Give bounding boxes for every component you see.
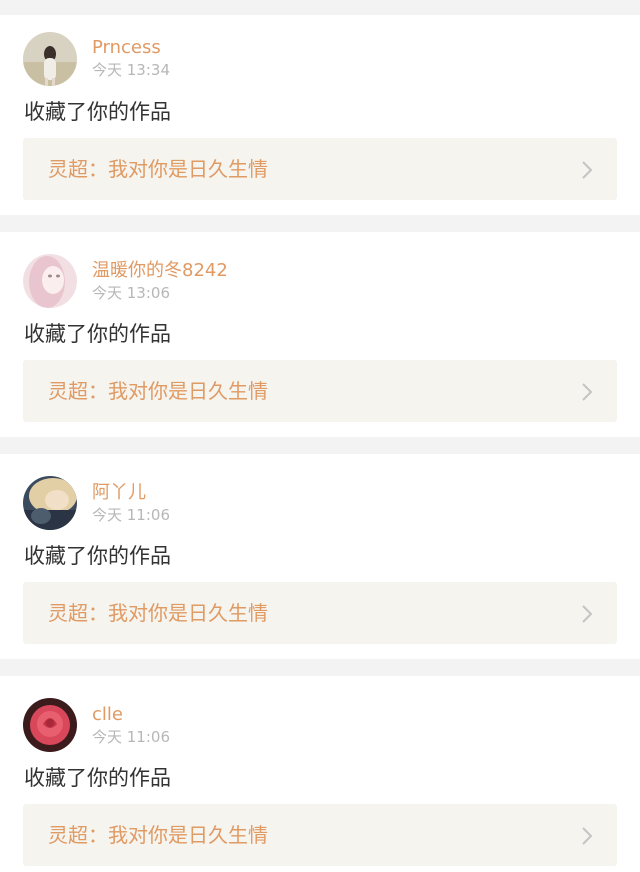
blonde-portrait-avatar-icon bbox=[23, 476, 77, 530]
referenced-work-link[interactable]: 灵超：我对你是日久生情 bbox=[23, 138, 617, 200]
avatar[interactable] bbox=[23, 698, 77, 752]
username[interactable]: 温暖你的冬8242 bbox=[92, 260, 228, 282]
notification-card: 温暖你的冬8242 今天 13:06 收藏了你的作品 灵超：我对你是日久生情 bbox=[0, 232, 640, 437]
notification-card: Prncess 今天 13:34 收藏了你的作品 灵超：我对你是日久生情 bbox=[0, 15, 640, 215]
avatar[interactable] bbox=[23, 476, 77, 530]
rose-avatar-icon bbox=[23, 698, 77, 752]
notification-card: 阿丫儿 今天 11:06 收藏了你的作品 灵超：我对你是日久生情 bbox=[0, 454, 640, 659]
timestamp: 今天 13:06 bbox=[92, 284, 170, 302]
girl-in-field-avatar-icon bbox=[23, 32, 77, 86]
referenced-work-link[interactable]: 灵超：我对你是日久生情 bbox=[23, 804, 617, 866]
referenced-work-title: 灵超：我对你是日久生情 bbox=[48, 601, 268, 625]
username[interactable]: clle bbox=[92, 704, 123, 726]
referenced-work-link[interactable]: 灵超：我对你是日久生情 bbox=[23, 582, 617, 644]
action-text: 收藏了你的作品 bbox=[24, 544, 171, 568]
chevron-right-icon bbox=[581, 826, 593, 846]
notification-card: clle 今天 11:06 收藏了你的作品 灵超：我对你是日久生情 bbox=[0, 676, 640, 872]
action-text: 收藏了你的作品 bbox=[24, 100, 171, 124]
action-text: 收藏了你的作品 bbox=[24, 322, 171, 346]
notification-feed: Prncess 今天 13:34 收藏了你的作品 灵超：我对你是日久生情 温暖你… bbox=[0, 0, 640, 872]
chevron-right-icon bbox=[581, 382, 593, 402]
chevron-right-icon bbox=[581, 604, 593, 624]
chevron-right-icon bbox=[581, 160, 593, 180]
pink-portrait-avatar-icon bbox=[23, 254, 77, 308]
referenced-work-title: 灵超：我对你是日久生情 bbox=[48, 379, 268, 403]
timestamp: 今天 11:06 bbox=[92, 506, 170, 524]
avatar[interactable] bbox=[23, 32, 77, 86]
avatar[interactable] bbox=[23, 254, 77, 308]
username[interactable]: Prncess bbox=[92, 37, 161, 59]
referenced-work-link[interactable]: 灵超：我对你是日久生情 bbox=[23, 360, 617, 422]
username[interactable]: 阿丫儿 bbox=[92, 482, 146, 504]
referenced-work-title: 灵超：我对你是日久生情 bbox=[48, 157, 268, 181]
referenced-work-title: 灵超：我对你是日久生情 bbox=[48, 823, 268, 847]
timestamp: 今天 11:06 bbox=[92, 728, 170, 746]
timestamp: 今天 13:34 bbox=[92, 61, 170, 79]
action-text: 收藏了你的作品 bbox=[24, 766, 171, 790]
